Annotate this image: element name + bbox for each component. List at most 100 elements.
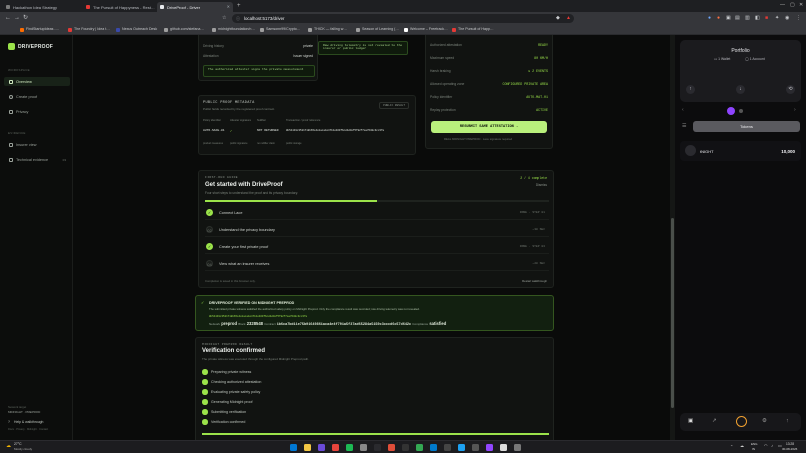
step-label: Connect Lace <box>219 210 243 215</box>
upload-icon[interactable]: ↑ <box>786 418 789 424</box>
maximize-icon[interactable]: ▢ <box>790 2 795 8</box>
app-sidebar: DRIVEPROOF WORKSPACE Overview Create pro… <box>0 35 73 440</box>
brave-browser-icon[interactable] <box>332 444 339 451</box>
carousel-prev-icon[interactable]: ‹ <box>682 107 684 113</box>
extension-icon[interactable]: ▤ <box>735 15 740 21</box>
language-label[interactable]: ENG <box>751 442 758 446</box>
token-row[interactable]: tNIGHT 10,000 <box>680 141 801 161</box>
filter-icon[interactable]: ☰ <box>682 123 686 129</box>
tab-hackathon[interactable]: Hackathon Idea Strategy <box>3 2 81 12</box>
forward-icon[interactable]: → <box>14 15 20 21</box>
midnight-network-icon[interactable] <box>727 107 735 115</box>
restart-walkthrough-link[interactable]: Restart walkthrough <box>522 279 547 283</box>
file-explorer-icon[interactable] <box>304 444 311 451</box>
address-bar[interactable]: ⓘ localhost:5173/driver <box>232 14 574 23</box>
bookmark-item[interactable]: midnightfoundation/n… <box>212 27 255 32</box>
profile-icon[interactable]: ◉ <box>785 15 789 21</box>
chrome-icon[interactable] <box>416 444 423 451</box>
resubmit-attestation-button[interactable]: RESUBMIT SAME ATTESTATION → <box>431 121 547 133</box>
sidebar-item-overview[interactable]: Overview <box>4 77 70 86</box>
bookmark-item[interactable]: FindStartupIdeas -… <box>20 27 59 32</box>
column-header: Policy identifier <box>203 119 222 122</box>
extension-icon[interactable]: ▥ <box>745 15 750 21</box>
tray-chevron-icon[interactable]: ⌃ <box>730 444 733 449</box>
minimize-icon[interactable]: — <box>780 2 785 8</box>
scrollbar-thumb[interactable] <box>671 218 674 408</box>
terminal-icon[interactable] <box>402 444 409 451</box>
reload-icon[interactable]: ↻ <box>23 15 28 21</box>
network-dot-icon[interactable] <box>739 109 743 113</box>
taskbar-app-icon[interactable] <box>374 444 381 451</box>
new-tab-button[interactable]: + <box>237 3 241 9</box>
step-label: Understand the privacy boundary <box>219 227 275 232</box>
tab-driveproof[interactable]: DriveProof - Driver ✕ <box>157 2 233 12</box>
row-label: Attestation <box>203 54 219 58</box>
taskbar-app-icon[interactable] <box>318 444 325 451</box>
bookmark-star-icon[interactable]: ☆ <box>222 15 226 21</box>
bookmark-item[interactable]: Season of Learning (… <box>356 27 399 32</box>
taskbar-app-icon[interactable] <box>486 444 493 451</box>
sidebar-item-create-proof[interactable]: Create proof <box>4 92 70 101</box>
bookmark-item[interactable]: The Pursuit of Happ… <box>452 27 494 32</box>
extension-icon[interactable]: ■ <box>765 15 768 21</box>
bookmark-item[interactable]: Welcome – Freetrack… <box>404 27 448 32</box>
extension-icon[interactable]: ▲ <box>566 15 571 21</box>
guide-step[interactable]: 02 Understand the privacy boundary ~30 S… <box>205 223 549 237</box>
guide-step[interactable]: 04 View what an insurer receives ~20 SEC <box>205 257 549 271</box>
activity-chart-icon[interactable]: ↗ <box>712 418 717 424</box>
menu-icon[interactable]: ⋮ <box>796 15 801 21</box>
bookmark-item[interactable]: THICK — falling w… <box>308 27 347 32</box>
attester-signature-value: ✓ <box>230 130 233 134</box>
windows-start-icon[interactable] <box>290 444 297 451</box>
extension-icon[interactable]: ◧ <box>755 15 760 21</box>
taskbar-app-icon[interactable] <box>472 444 479 451</box>
sidebar-item-insurer-view[interactable]: Insurer view <box>4 140 70 149</box>
section-label: EVIDENCE <box>8 131 26 135</box>
extensions-puzzle-icon[interactable]: ✦ <box>775 15 779 21</box>
weather-icon[interactable]: ☁ <box>6 443 11 449</box>
sidebar-item-privacy[interactable]: Privacy <box>4 107 70 116</box>
onedrive-icon[interactable]: ☁ <box>740 443 744 448</box>
carousel-next-icon[interactable]: › <box>794 107 796 113</box>
taskbar-app-icon[interactable] <box>458 444 465 451</box>
close-window-icon[interactable]: ✕ <box>799 2 803 8</box>
taskbar-app-icon[interactable] <box>514 444 521 451</box>
bookmark-item[interactable]: github.com/stefana… <box>164 27 204 32</box>
taskbar-app-icon[interactable] <box>500 444 507 451</box>
back-icon[interactable]: ← <box>5 15 11 21</box>
extension-icon[interactable]: ▣ <box>726 15 731 21</box>
extension-icon[interactable]: ● <box>708 15 711 21</box>
taskbar-app-icon[interactable] <box>360 444 367 451</box>
volume-icon[interactable]: ♪ <box>771 443 773 448</box>
vscode-icon[interactable] <box>430 444 437 451</box>
site-info-icon[interactable]: ⓘ <box>236 16 240 22</box>
clock-date[interactable]: 30-08-2026 <box>782 447 797 451</box>
receive-icon[interactable]: ↓ <box>736 85 745 94</box>
plus-circle-icon <box>9 94 13 99</box>
bookmark-item[interactable]: Nexus Outreach Desk <box>116 27 157 32</box>
wifi-icon[interactable]: ◠ <box>764 443 768 448</box>
clock-time[interactable]: 13:28 <box>786 442 794 446</box>
swap-icon[interactable]: ⟲ <box>786 85 795 94</box>
wallet-home-icon[interactable]: ▣ <box>688 418 693 424</box>
footer-links[interactable]: Docs · Privacy · Midnight · Contact <box>8 428 48 431</box>
tokens-tab[interactable]: Tokens <box>693 121 800 132</box>
bookmark-item[interactable]: Samsonn99/Crypto… <box>260 27 300 32</box>
guide-step[interactable]: ✓ Connect Lace DONE · STEP 01 <box>205 206 549 220</box>
help-walkthrough-link[interactable]: ? Help & walkthrough <box>8 420 43 424</box>
settings-gear-icon[interactable]: ⚙ <box>762 418 767 424</box>
sidebar-item-technical-evidence[interactable]: Technical evidence 03 <box>4 155 70 164</box>
region-label[interactable]: IN <box>752 447 755 451</box>
dismiss-guide-button[interactable]: Dismiss <box>536 183 547 187</box>
extension-icon[interactable]: ◆ <box>556 15 560 21</box>
extension-icon[interactable]: ● <box>717 15 720 21</box>
taskbar-app-icon[interactable] <box>388 444 395 451</box>
sync-status-icon[interactable] <box>736 416 747 427</box>
send-icon[interactable]: ↑ <box>686 85 695 94</box>
guide-step[interactable]: ✓ Create your first private proof DONE ·… <box>205 240 549 254</box>
bookmark-item[interactable]: The Foundry | Idea t… <box>68 27 110 32</box>
close-tab-icon[interactable]: ✕ <box>227 4 230 9</box>
spotify-icon[interactable] <box>346 444 353 451</box>
taskbar-app-icon[interactable] <box>444 444 451 451</box>
tab-pursuit[interactable]: The Pursuit of Happyness - Rest… <box>83 2 155 12</box>
